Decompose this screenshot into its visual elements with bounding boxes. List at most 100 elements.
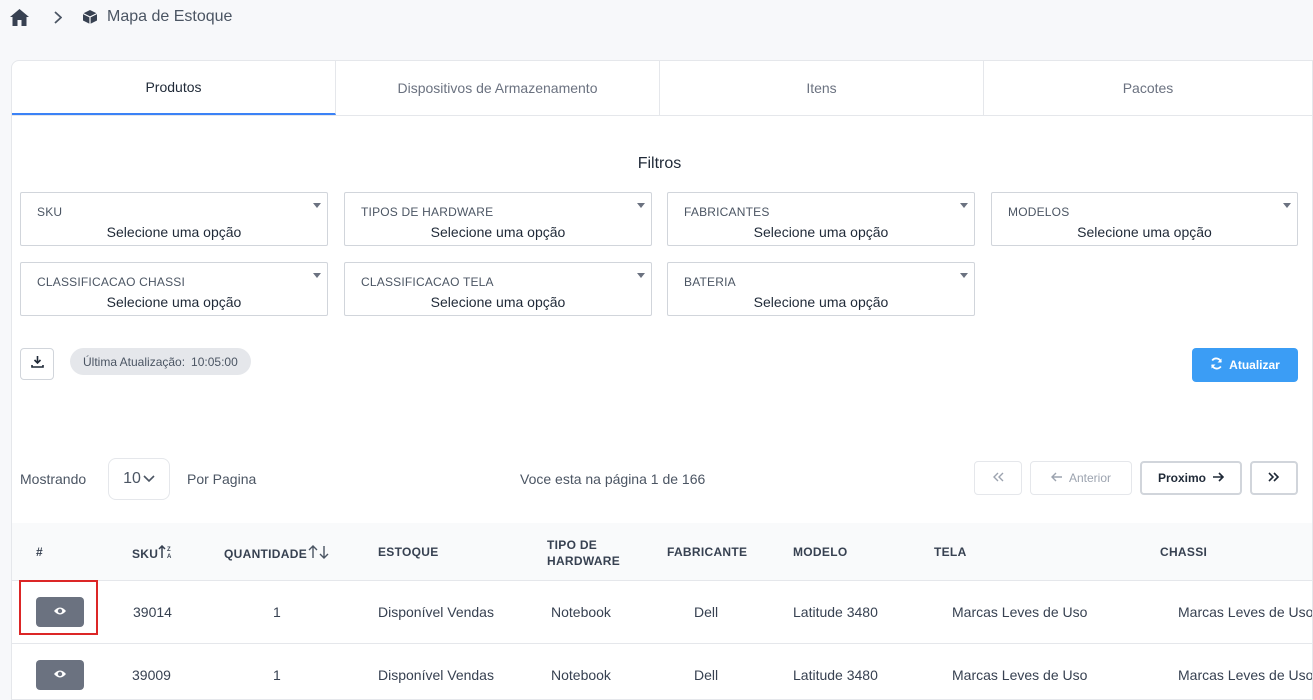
caret-down-icon xyxy=(960,203,968,208)
filter-tipos-de-hardware-select[interactable]: TIPOS DE HARDWARE Selecione uma opção xyxy=(344,192,652,246)
column-header-quantidade[interactable]: QUANTIDADE xyxy=(224,545,331,562)
page-info: Voce esta na página 1 de 166 xyxy=(520,471,706,487)
table-row: 39009 1 Disponível Vendas Notebook Dell … xyxy=(12,644,1313,699)
cell-chassi: Marcas Leves de Uso xyxy=(1178,667,1313,683)
filter-value: Selecione uma opção xyxy=(430,294,566,310)
previous-page-button[interactable]: Anterior xyxy=(1030,461,1132,495)
tab-produtos[interactable]: Produtos xyxy=(12,61,336,115)
column-header-line: HARDWARE xyxy=(547,554,621,568)
page-title: Mapa de Estoque xyxy=(107,8,233,25)
filter-label: SKU xyxy=(37,205,63,219)
tab-bar: Produtos Dispositivos de Armazenamento I… xyxy=(12,61,1312,116)
filter-modelos-select[interactable]: MODELOS Selecione uma opção xyxy=(991,192,1298,246)
column-header-chassi: CHASSI xyxy=(1160,545,1208,559)
last-update-time: 10:05:00 xyxy=(191,354,238,369)
per-page-label: Por Pagina xyxy=(187,471,257,487)
tab-pacotes[interactable]: Pacotes xyxy=(984,61,1312,115)
table-header: # SKU ZA QUANTIDADE ESTOQUE TIPO DE HARD… xyxy=(12,523,1312,581)
column-header-sku[interactable]: SKU ZA xyxy=(132,544,174,562)
cell-sku: 39009 xyxy=(132,667,171,683)
next-page-button[interactable]: Proximo xyxy=(1140,461,1242,495)
filter-sku-select[interactable]: SKU Selecione uma opção xyxy=(20,192,328,246)
cell-modelo: Latitude 3480 xyxy=(793,667,878,683)
first-page-button[interactable] xyxy=(974,461,1022,495)
cell-chassi: Marcas Leves de Uso xyxy=(1178,604,1313,620)
page-size-select[interactable]: 10 xyxy=(108,458,170,500)
filter-label: CLASSIFICACAO CHASSI xyxy=(37,275,186,289)
sort-arrows-icon xyxy=(307,545,331,562)
double-chevron-left-icon xyxy=(992,471,1004,485)
filter-fabricantes-select[interactable]: FABRICANTES Selecione uma opção xyxy=(667,192,975,246)
view-button[interactable] xyxy=(36,660,84,690)
filter-classificacao-chassi-select[interactable]: CLASSIFICACAO CHASSI Selecione uma opção xyxy=(20,262,328,316)
cell-tela: Marcas Leves de Uso xyxy=(952,667,1088,683)
main-card: Produtos Dispositivos de Armazenamento I… xyxy=(11,60,1313,700)
filter-label: MODELOS xyxy=(1008,205,1070,219)
filter-value: Selecione uma opção xyxy=(753,294,889,310)
cell-quantidade: 1 xyxy=(273,604,281,620)
refresh-button[interactable]: Atualizar xyxy=(1192,348,1298,382)
cell-tipo-hardware: Notebook xyxy=(551,604,611,620)
last-update-label: Última Atualização: xyxy=(83,354,186,369)
column-header-fabricante: FABRICANTE xyxy=(667,545,748,559)
cube-icon xyxy=(82,9,98,25)
highlight-box xyxy=(19,580,98,635)
chevron-down-icon xyxy=(143,470,155,488)
breadcrumb: Mapa de Estoque xyxy=(10,6,232,28)
previous-label: Anterior xyxy=(1068,471,1112,485)
chevron-right-icon xyxy=(54,10,66,24)
tab-itens[interactable]: Itens xyxy=(660,61,984,115)
cell-tela: Marcas Leves de Uso xyxy=(952,604,1088,620)
filter-value: Selecione uma opção xyxy=(1077,224,1212,240)
column-header-label: SKU xyxy=(132,546,159,561)
filter-label: BATERIA xyxy=(684,275,736,289)
last-update-badge: Última Atualização: 10:05:00 xyxy=(70,348,251,375)
double-chevron-right-icon xyxy=(1268,471,1280,485)
eye-icon xyxy=(53,666,67,684)
column-header-label: QUANTIDADE xyxy=(224,546,307,561)
caret-down-icon xyxy=(313,273,321,278)
caret-down-icon xyxy=(1283,203,1291,208)
table-row: 39014 1 Disponível Vendas Notebook Dell … xyxy=(12,581,1313,644)
cell-estoque: Disponível Vendas xyxy=(378,667,494,683)
filter-value: Selecione uma opção xyxy=(106,294,242,310)
cell-fabricante: Dell xyxy=(694,667,719,683)
arrow-right-icon xyxy=(1212,471,1225,485)
filters-title: Filtros xyxy=(637,155,682,172)
download-button[interactable] xyxy=(20,348,54,380)
cell-fabricante: Dell xyxy=(694,604,719,620)
next-label: Proximo xyxy=(1157,471,1206,485)
caret-down-icon xyxy=(637,273,645,278)
filter-classificacao-tela-select[interactable]: CLASSIFICACAO TELA Selecione uma opção xyxy=(344,262,652,316)
filter-value: Selecione uma opção xyxy=(106,224,242,240)
cell-estoque: Disponível Vendas xyxy=(378,604,494,620)
filter-bateria-select[interactable]: BATERIA Selecione uma opção xyxy=(667,262,975,316)
column-header-modelo: MODELO xyxy=(793,545,848,559)
column-header-tipo-de-hardware: TIPO DE HARDWARE xyxy=(547,537,620,569)
filter-label: FABRICANTES xyxy=(684,205,770,219)
column-header-index: # xyxy=(36,545,43,559)
refresh-label: Atualizar xyxy=(1229,358,1280,372)
filter-label: CLASSIFICACAO TELA xyxy=(361,275,494,289)
arrow-left-icon xyxy=(1050,471,1063,485)
home-icon[interactable] xyxy=(10,7,30,27)
column-header-line: TIPO DE xyxy=(547,538,598,552)
last-page-button[interactable] xyxy=(1250,461,1298,495)
cell-modelo: Latitude 3480 xyxy=(793,604,878,620)
caret-down-icon xyxy=(313,203,321,208)
column-header-tela: TELA xyxy=(934,545,967,559)
filter-value: Selecione uma opção xyxy=(753,224,889,240)
sort-alpha-icon: ZA xyxy=(158,544,174,562)
page-size-value: 10 xyxy=(123,470,141,487)
showing-label: Mostrando xyxy=(20,471,87,487)
download-icon xyxy=(30,355,44,373)
column-header-estoque: ESTOQUE xyxy=(378,545,439,559)
cell-sku: 39014 xyxy=(133,604,172,620)
caret-down-icon xyxy=(637,203,645,208)
cell-quantidade: 1 xyxy=(273,667,281,683)
refresh-icon xyxy=(1210,357,1223,373)
svg-text:A: A xyxy=(167,554,172,559)
filter-label: TIPOS DE HARDWARE xyxy=(361,205,494,219)
cell-tipo-hardware: Notebook xyxy=(551,667,611,683)
tab-dispositivos-de-armazenamento[interactable]: Dispositivos de Armazenamento xyxy=(336,61,660,115)
